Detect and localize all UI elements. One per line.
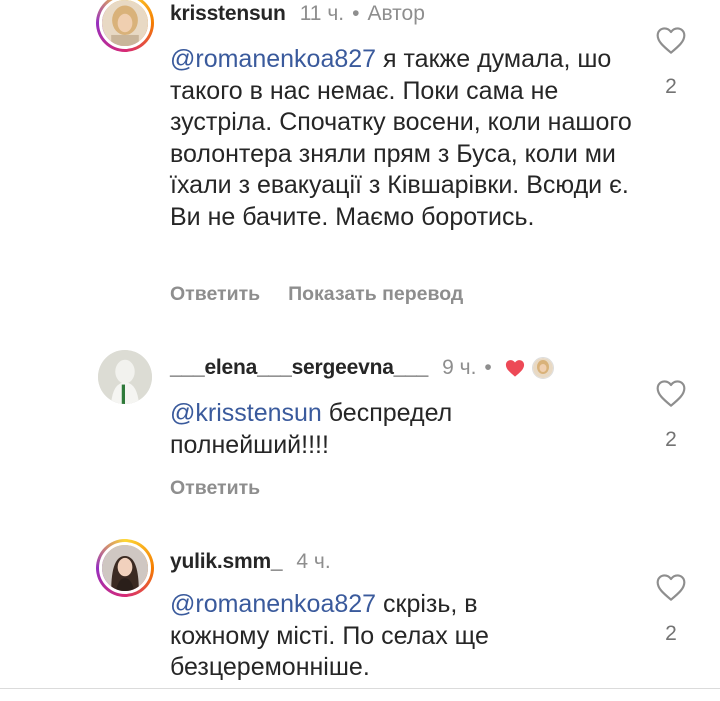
avatar[interactable] — [96, 539, 154, 597]
comment-text: @romanenkoa827 скрізь, в кожному місті. … — [170, 589, 570, 684]
comment-username[interactable]: yulik.smm_ — [170, 550, 283, 574]
like-button[interactable] — [654, 378, 688, 408]
like-count: 2 — [665, 622, 677, 645]
comment-text: @krisstensun беспредел полнейший!!!! — [170, 398, 530, 461]
comment-time: 9 ч. — [442, 356, 477, 379]
reply-button[interactable]: Ответить — [170, 477, 260, 500]
user-photo-icon — [98, 350, 152, 404]
comment-time: 11 ч. — [299, 2, 345, 25]
like-button[interactable] — [654, 25, 688, 55]
mention-link[interactable]: @krisstensun — [170, 399, 322, 427]
separator-dot: • — [484, 356, 492, 379]
heart-outline-icon — [656, 380, 686, 407]
like-count: 2 — [665, 428, 677, 451]
avatar[interactable] — [96, 0, 154, 52]
comment-time: 4 ч. — [296, 550, 331, 573]
author-liked-indicator — [504, 357, 554, 379]
comment-text: @romanenkoa827 я также думала, шо такого… — [170, 44, 640, 233]
user-photo-icon — [102, 0, 148, 46]
separator-dot: • — [352, 2, 360, 25]
heart-outline-icon — [656, 27, 686, 54]
like-count: 2 — [665, 75, 677, 98]
mention-link[interactable]: @romanenkoa827 — [170, 45, 376, 73]
reply-button[interactable]: Ответить — [170, 283, 260, 306]
author-avatar-mini — [531, 357, 554, 379]
mention-link[interactable]: @romanenkoa827 — [170, 590, 376, 618]
author-badge: Автор — [367, 2, 425, 25]
bottom-divider — [0, 688, 720, 701]
avatar[interactable] — [98, 350, 152, 404]
heart-outline-icon — [656, 574, 686, 601]
show-translation-button[interactable]: Показать перевод — [288, 283, 463, 306]
comment-username[interactable]: ___elena___sergeevna___ — [170, 356, 428, 380]
like-button[interactable] — [654, 572, 688, 602]
user-photo-icon — [102, 545, 148, 591]
comment-username[interactable]: krisstensun — [170, 2, 286, 26]
heart-filled-icon — [505, 360, 524, 377]
